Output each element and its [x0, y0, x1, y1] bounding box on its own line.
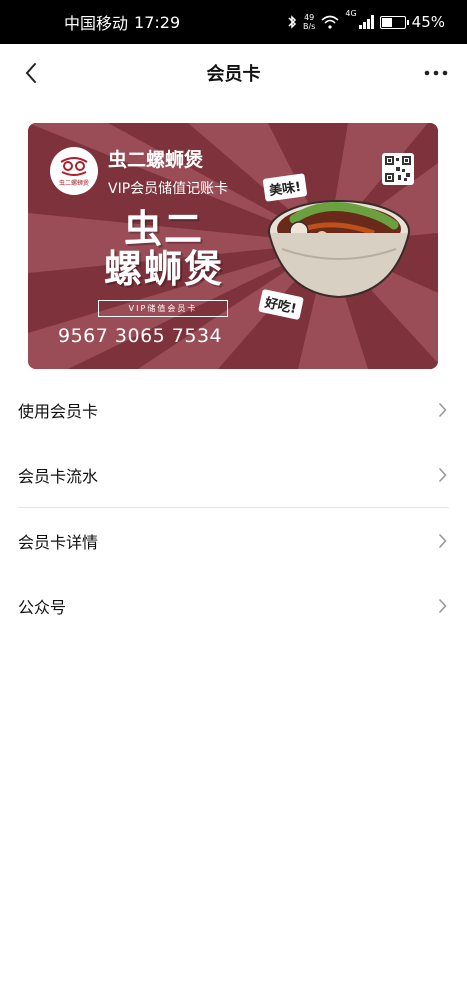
card-type-label: VIP会员储值记账卡 [108, 181, 229, 197]
more-horizontal-icon [424, 70, 448, 76]
signal-icon [358, 15, 374, 29]
battery-percent: 45% [411, 13, 445, 31]
clock: 17:29 [134, 12, 181, 32]
chevron-right-icon [438, 467, 447, 482]
vip-line-label: VIP储值会员卡 [98, 300, 228, 317]
net-speed-value: 49 [304, 13, 315, 22]
status-right: 49 B/s 4G 45% [287, 9, 445, 31]
membership-card[interactable]: 虫二螺蛳煲 虫二螺蛳煲 VIP会员储值记账卡 虫二 螺蛳煲 VIP储值会员卡 美… [28, 123, 438, 369]
menu-item-label: 公众号 [18, 597, 67, 617]
net-speed: 49 B/s [303, 13, 315, 31]
card-number: 9567 3065 7534 [58, 325, 223, 347]
bluetooth-icon [288, 15, 297, 29]
menu-item-card-transactions[interactable]: 会员卡流水 [0, 442, 467, 507]
chevron-right-icon [438, 598, 447, 613]
nav-bar: 会员卡 [0, 44, 467, 102]
chevron-left-icon [25, 63, 36, 83]
menu-item-card-details[interactable]: 会员卡详情 [0, 508, 467, 573]
big-brand-line-1: 虫二 [124, 207, 205, 251]
chevron-right-icon [438, 402, 447, 417]
card-menu: 使用会员卡 会员卡流水 会员卡详情 公众号 [0, 377, 467, 638]
more-button[interactable] [421, 58, 451, 88]
menu-item-label: 会员卡详情 [18, 532, 99, 552]
status-bar: 中国移动 17:29 49 B/s 4G 45% [0, 0, 467, 44]
menu-item-official-account[interactable]: 公众号 [0, 573, 467, 638]
qr-pattern [385, 156, 411, 182]
bowl-logo-icon [60, 156, 88, 176]
big-brand-title: 虫二 螺蛳煲 [104, 209, 224, 289]
card-wrapper: 虫二螺蛳煲 虫二螺蛳煲 VIP会员储值记账卡 虫二 螺蛳煲 VIP储值会员卡 美… [0, 102, 467, 369]
network-type: 4G [345, 9, 357, 18]
qr-code-icon[interactable] [382, 153, 414, 185]
back-button[interactable] [16, 58, 46, 88]
chevron-right-icon [438, 533, 447, 548]
logo-text: 虫二螺蛳煲 [58, 179, 89, 187]
menu-item-label: 会员卡流水 [18, 466, 99, 486]
carrier-label: 中国移动 [64, 14, 129, 33]
brand-logo: 虫二螺蛳煲 [50, 147, 98, 195]
menu-item-use-card[interactable]: 使用会员卡 [0, 377, 467, 442]
noodle-bowl-icon [268, 200, 410, 299]
wifi-icon [321, 15, 339, 29]
net-speed-unit: B/s [303, 22, 316, 31]
brand-name: 虫二螺蛳煲 [108, 149, 204, 171]
menu-item-label: 使用会员卡 [18, 401, 99, 421]
status-left: 中国移动 17:29 [64, 10, 180, 34]
battery-icon [379, 15, 409, 29]
page-title: 会员卡 [206, 64, 261, 85]
big-brand-line-2: 螺蛳煲 [104, 247, 225, 291]
